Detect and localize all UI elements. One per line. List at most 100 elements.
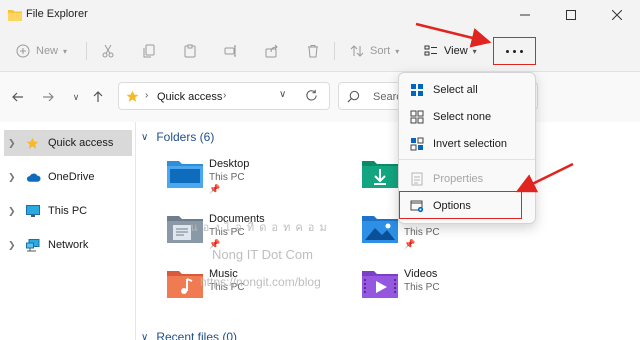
toolbar-divider	[334, 42, 335, 60]
plus-circle-icon	[16, 44, 30, 58]
sidebar-item-label: OneDrive	[48, 171, 95, 183]
chevron-right-icon: ›	[145, 90, 149, 101]
chevron-right-icon[interactable]: ❯	[8, 240, 22, 251]
share-icon	[265, 44, 278, 58]
new-button[interactable]: New ▾	[16, 40, 67, 62]
delete-button[interactable]	[306, 40, 320, 62]
cut-icon	[102, 44, 114, 58]
chevron-down-icon: ∨	[72, 91, 80, 102]
more-horizontal-icon	[506, 49, 523, 53]
sidebar-item-label: This PC	[48, 205, 88, 217]
view-label: View	[444, 45, 468, 57]
cloud-icon	[26, 170, 42, 184]
breadcrumb[interactable]: Quick access	[157, 91, 222, 103]
pictures-folder-icon	[362, 216, 398, 243]
watermark-url: https://nongit.com/blog	[200, 275, 321, 289]
chevron-down-icon: ∨	[141, 131, 149, 143]
recent-locations-button[interactable]: ∨	[66, 88, 86, 106]
chevron-right-icon[interactable]: ❯	[8, 138, 22, 149]
chevron-right-icon[interactable]: ›	[223, 90, 226, 101]
select-all-icon	[409, 82, 425, 98]
rename-icon	[224, 45, 236, 57]
search-icon	[347, 90, 360, 103]
star-icon	[26, 136, 42, 150]
sidebar-item-network[interactable]: ❯ Network	[4, 232, 132, 258]
watermark-title: Nong IT Dot Com	[212, 247, 313, 262]
sidebar-item-quick-access[interactable]: ❯ Quick access	[4, 130, 132, 156]
menu-item-label: Properties	[433, 173, 484, 185]
folders-header-label: Folders (6)	[156, 130, 215, 144]
forward-button[interactable]	[38, 88, 58, 106]
sort-label: Sort	[370, 45, 391, 57]
address-history-dropdown[interactable]: ∨	[279, 89, 286, 100]
folder-location: This PC	[404, 227, 440, 238]
folder-icon	[8, 10, 22, 21]
sidebar-item-onedrive[interactable]: ❯ OneDrive	[4, 164, 132, 190]
videos-folder-icon	[362, 271, 398, 298]
address-row: ∨ › Quick access › ∨ Search	[0, 72, 640, 122]
toolbar-divider	[86, 42, 87, 60]
new-label: New	[36, 45, 59, 57]
menu-item-select-all[interactable]: Select all	[403, 77, 533, 103]
sort-button[interactable]: Sort ▾	[350, 40, 399, 62]
menu-item-label: Invert selection	[433, 138, 507, 150]
sidebar-item-label: Quick access	[48, 137, 114, 149]
chevron-right-icon[interactable]: ❯	[8, 206, 22, 217]
folder-location: This PC	[209, 172, 245, 183]
folders-section-header[interactable]: ∨ Folders (6)	[141, 130, 214, 144]
invert-selection-icon	[409, 136, 425, 152]
back-button[interactable]	[8, 88, 28, 106]
folder-videos[interactable]: Videos This PC	[362, 264, 552, 310]
downloads-folder-icon	[362, 161, 398, 188]
sidebar-item-label: Network	[48, 239, 89, 251]
menu-item-label: Select all	[433, 84, 478, 96]
chevron-down-icon: ∨	[141, 331, 149, 340]
address-bar[interactable]: › Quick access › ∨	[118, 82, 330, 110]
recent-files-section-header[interactable]: ∨ Recent files (0)	[141, 330, 237, 340]
paste-button[interactable]	[183, 40, 197, 62]
menu-item-invert-selection[interactable]: Invert selection	[403, 131, 533, 157]
watermark-thai: น อ ง ไ อ ที ด อ ท ค อ ม	[190, 222, 328, 234]
pin-icon: 📌	[209, 184, 221, 194]
properties-icon	[409, 171, 425, 187]
copy-button[interactable]	[142, 40, 156, 62]
network-icon	[26, 238, 42, 252]
options-highlight-box	[399, 191, 522, 219]
menu-item-label: Select none	[433, 111, 492, 123]
share-button[interactable]	[265, 40, 279, 62]
select-none-icon	[409, 109, 425, 125]
folder-name: Videos	[404, 268, 438, 280]
monitor-icon	[26, 204, 42, 218]
rename-button[interactable]	[224, 40, 238, 62]
sidebar-item-this-pc[interactable]: ❯ This PC	[4, 198, 132, 224]
music-folder-icon	[167, 271, 203, 298]
title-bar: File Explorer	[0, 0, 640, 30]
close-button[interactable]	[594, 0, 640, 30]
recent-header-label: Recent files (0)	[156, 330, 238, 340]
view-button[interactable]: View ▾	[424, 40, 477, 62]
maximize-button[interactable]	[548, 0, 594, 30]
menu-divider	[399, 159, 535, 160]
folder-location: This PC	[404, 282, 440, 293]
refresh-icon[interactable]	[305, 89, 318, 102]
view-list-icon	[424, 45, 437, 56]
menu-item-select-none[interactable]: Select none	[403, 104, 533, 130]
up-button[interactable]	[88, 88, 108, 106]
folder-desktop[interactable]: Desktop This PC 📌	[167, 154, 357, 200]
trash-icon	[308, 45, 318, 58]
paste-icon	[184, 44, 196, 58]
window-title: File Explorer	[26, 8, 88, 20]
arrow-right-icon	[43, 92, 54, 102]
arrow-left-icon	[12, 92, 23, 102]
sort-icon	[350, 45, 364, 57]
pin-icon: 📌	[404, 239, 416, 249]
folder-name: Desktop	[209, 158, 250, 170]
chevron-right-icon[interactable]: ❯	[8, 172, 22, 183]
cut-button[interactable]	[101, 40, 115, 62]
minimize-button[interactable]	[502, 0, 548, 30]
see-more-button[interactable]	[493, 37, 536, 65]
command-bar: New ▾ Sort ▾ View ▾	[0, 30, 640, 72]
menu-item-properties[interactable]: Properties	[403, 166, 533, 192]
copy-icon	[143, 44, 155, 58]
arrow-up-icon	[93, 91, 103, 102]
